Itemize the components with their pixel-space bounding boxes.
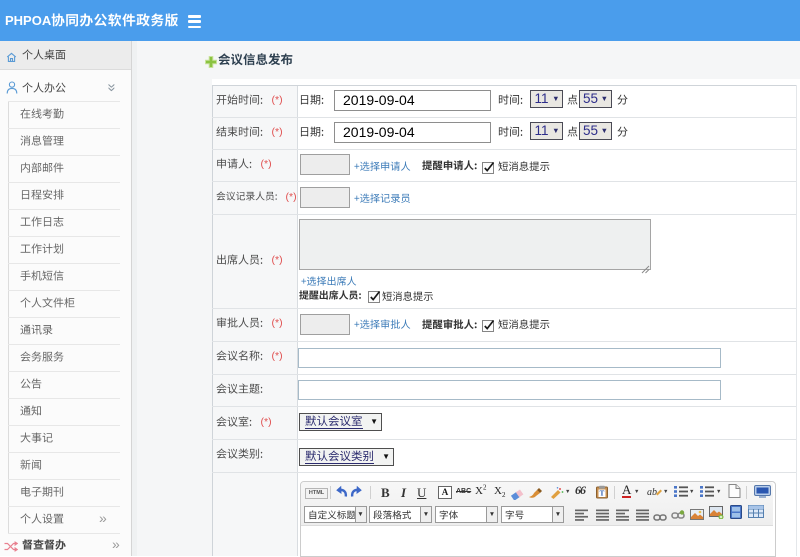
svg-text:ab: ab <box>647 487 657 498</box>
svg-text:T: T <box>600 490 605 498</box>
